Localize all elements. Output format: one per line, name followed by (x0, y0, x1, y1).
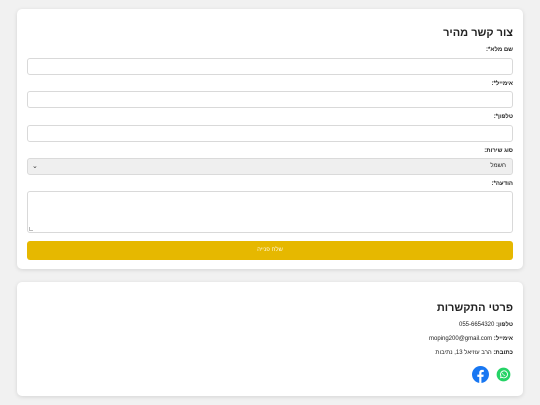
contact-address-row: כתובת: הרב עוזיאל 13, נתיבות (435, 350, 513, 356)
contact-address-value: הרב עוזיאל 13, נתיבות (435, 350, 492, 356)
contact-phone-row: טלפון: 055-6654320 (459, 322, 513, 328)
phone-label: טלפון*: (493, 114, 513, 120)
resize-grip-icon[interactable] (29, 227, 33, 231)
contact-phone-value: 055-6654320 (458, 322, 495, 328)
name-field[interactable] (27, 58, 513, 75)
whatsapp-icon[interactable] (496, 367, 511, 382)
form-title: צור קשר מהיר (443, 27, 513, 39)
contact-title: פרטי התקשרות (436, 302, 513, 314)
service-selected-value: חשמל (490, 163, 506, 169)
facebook-icon[interactable] (472, 366, 489, 383)
service-select[interactable]: חשמל ⌄ (27, 158, 513, 175)
submit-button[interactable]: שלח פנייה (27, 241, 513, 260)
name-label: שם מלא*: (486, 47, 513, 53)
quick-contact-form: צור קשר מהיר שם מלא*: אימייל*: טלפון*: ס… (17, 9, 523, 269)
contact-details-card: פרטי התקשרות טלפון: 055-6654320 אימייל: … (17, 282, 523, 396)
email-field[interactable] (27, 91, 513, 108)
contact-address-label: כתובת: (493, 350, 513, 356)
message-label: הודעה*: (491, 181, 513, 187)
chevron-down-icon: ⌄ (32, 163, 38, 170)
contact-email-row: אימייל: moping200@gmail.com (429, 336, 513, 342)
phone-field[interactable] (27, 125, 513, 142)
contact-email-label: אימייל: (493, 336, 513, 342)
service-label: סוג שירות: (484, 148, 513, 154)
contact-email-value: moping200@gmail.com (429, 336, 493, 342)
email-label: אימייל*: (491, 81, 513, 87)
contact-phone-label: טלפון: (496, 322, 513, 328)
message-textarea[interactable] (27, 191, 513, 233)
